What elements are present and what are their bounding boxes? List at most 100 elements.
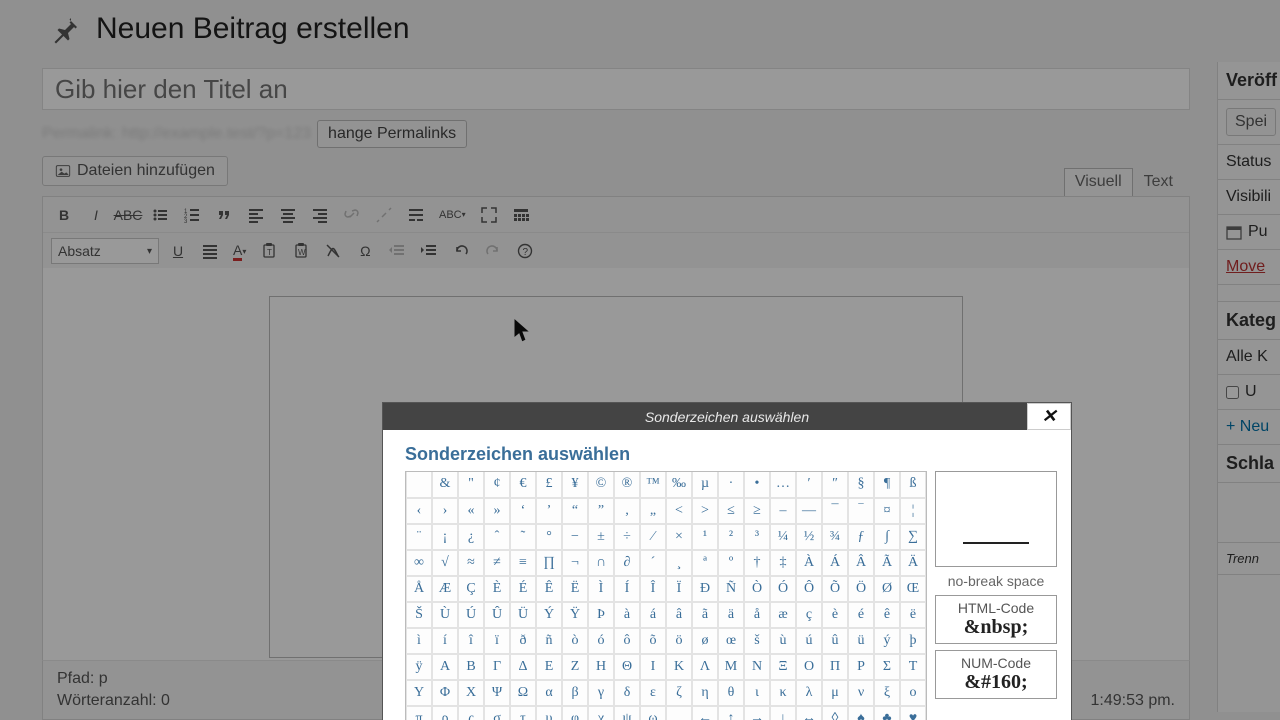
char-cell[interactable]: Ù <box>432 602 458 628</box>
char-cell[interactable]: ‘ <box>510 498 536 524</box>
char-cell[interactable]: † <box>744 550 770 576</box>
char-cell[interactable]: Ä <box>900 550 926 576</box>
char-cell[interactable]: Ò <box>744 576 770 602</box>
char-cell[interactable]: ê <box>874 602 900 628</box>
char-cell[interactable]: È <box>484 576 510 602</box>
toolbar-toggle-button[interactable] <box>508 202 534 228</box>
char-cell[interactable]: – <box>770 498 796 524</box>
char-cell[interactable]: Χ <box>458 680 484 706</box>
char-cell[interactable]: & <box>432 472 458 498</box>
char-cell[interactable]: Δ <box>510 654 536 680</box>
char-cell[interactable]: ″ <box>822 472 848 498</box>
char-cell[interactable]: ¶ <box>874 472 900 498</box>
char-cell[interactable]: ↔ <box>796 706 822 720</box>
redo-button[interactable] <box>480 238 506 264</box>
modal-title-bar[interactable]: Sonderzeichen auswählen ✕ <box>383 403 1071 430</box>
char-cell[interactable]: Ζ <box>562 654 588 680</box>
char-cell[interactable]: Ã <box>874 550 900 576</box>
char-cell[interactable]: õ <box>640 628 666 654</box>
char-cell[interactable]: ν <box>848 680 874 706</box>
char-cell[interactable]: ¨ <box>406 524 432 550</box>
char-cell[interactable]: Ν <box>744 654 770 680</box>
add-media-button[interactable]: Dateien hinzufügen <box>42 156 228 186</box>
char-cell[interactable]: Ô <box>796 576 822 602</box>
char-cell[interactable]: Ο <box>796 654 822 680</box>
char-cell[interactable]: — <box>796 498 822 524</box>
char-cell[interactable]: κ <box>770 680 796 706</box>
char-cell[interactable]: å <box>744 602 770 628</box>
char-cell[interactable]: ≥ <box>744 498 770 524</box>
char-cell[interactable]: ♥ <box>900 706 926 720</box>
tab-text[interactable]: Text <box>1133 168 1184 196</box>
char-cell[interactable]: × <box>666 524 692 550</box>
char-cell[interactable]: ¯ <box>822 498 848 524</box>
char-cell[interactable]: Ψ <box>484 680 510 706</box>
char-cell[interactable]: χ <box>588 706 614 720</box>
insert-more-button[interactable] <box>403 202 429 228</box>
char-cell[interactable]: ² <box>718 524 744 550</box>
char-cell[interactable]: ∞ <box>406 550 432 576</box>
char-cell[interactable]: ¬ <box>562 550 588 576</box>
char-cell[interactable]: ° <box>536 524 562 550</box>
char-cell[interactable]: √ <box>432 550 458 576</box>
align-right-button[interactable] <box>307 202 333 228</box>
char-cell[interactable]: Ρ <box>848 654 874 680</box>
char-cell[interactable]: > <box>692 498 718 524</box>
char-cell[interactable]: ³ <box>744 524 770 550</box>
char-cell[interactable]: Û <box>484 602 510 628</box>
char-cell[interactable]: ψ <box>614 706 640 720</box>
char-cell[interactable]: ← <box>692 706 718 720</box>
char-cell[interactable]: Ι <box>640 654 666 680</box>
unlink-button[interactable] <box>371 202 397 228</box>
char-cell[interactable]: ∏ <box>536 550 562 576</box>
char-cell[interactable]: ′ <box>796 472 822 498</box>
char-cell[interactable]: ª <box>692 550 718 576</box>
char-cell[interactable] <box>406 472 432 498</box>
char-cell[interactable]: ο <box>900 680 926 706</box>
char-cell[interactable]: è <box>822 602 848 628</box>
char-cell[interactable]: π <box>406 706 432 720</box>
char-cell[interactable]: À <box>796 550 822 576</box>
char-cell[interactable]: ↓ <box>770 706 796 720</box>
italic-button[interactable]: I <box>83 202 109 228</box>
char-cell[interactable]: ½ <box>796 524 822 550</box>
char-cell[interactable]: ‚ <box>614 498 640 524</box>
post-title-input[interactable] <box>42 68 1190 110</box>
char-cell[interactable]: ÿ <box>406 654 432 680</box>
char-cell[interactable]: ò <box>562 628 588 654</box>
char-cell[interactable]: Ê <box>536 576 562 602</box>
char-cell[interactable]: š <box>744 628 770 654</box>
char-cell[interactable]: μ <box>822 680 848 706</box>
char-cell[interactable]: Ú <box>458 602 484 628</box>
char-cell[interactable]: ð <box>510 628 536 654</box>
char-cell[interactable]: ” <box>588 498 614 524</box>
char-cell[interactable]: Γ <box>484 654 510 680</box>
char-cell[interactable]: ù <box>770 628 796 654</box>
char-cell[interactable]: Φ <box>432 680 458 706</box>
char-cell[interactable]: ε <box>640 680 666 706</box>
char-cell[interactable]: É <box>510 576 536 602</box>
char-cell[interactable]: Ý <box>536 602 562 628</box>
save-draft-button[interactable]: Spei <box>1226 108 1276 136</box>
char-cell[interactable]: § <box>848 472 874 498</box>
char-cell[interactable]: ‡ <box>770 550 796 576</box>
char-cell[interactable]: « <box>458 498 484 524</box>
char-cell[interactable]: ô <box>614 628 640 654</box>
char-cell[interactable]: Β <box>458 654 484 680</box>
char-cell[interactable]: Â <box>848 550 874 576</box>
char-cell[interactable]: Ü <box>510 602 536 628</box>
char-cell[interactable]: Š <box>406 602 432 628</box>
char-cell[interactable]: û <box>822 628 848 654</box>
char-cell[interactable]: á <box>640 602 666 628</box>
char-cell[interactable]: ¢ <box>484 472 510 498</box>
blockquote-button[interactable] <box>211 202 237 228</box>
bold-button[interactable]: B <box>51 202 77 228</box>
char-cell[interactable]: ≤ <box>718 498 744 524</box>
char-cell[interactable]: » <box>484 498 510 524</box>
char-cell[interactable]: ä <box>718 602 744 628</box>
char-cell[interactable]: Í <box>614 576 640 602</box>
char-cell[interactable]: ρ <box>432 706 458 720</box>
char-cell[interactable]: ι <box>744 680 770 706</box>
char-cell[interactable]: ì <box>406 628 432 654</box>
char-cell[interactable]: Α <box>432 654 458 680</box>
